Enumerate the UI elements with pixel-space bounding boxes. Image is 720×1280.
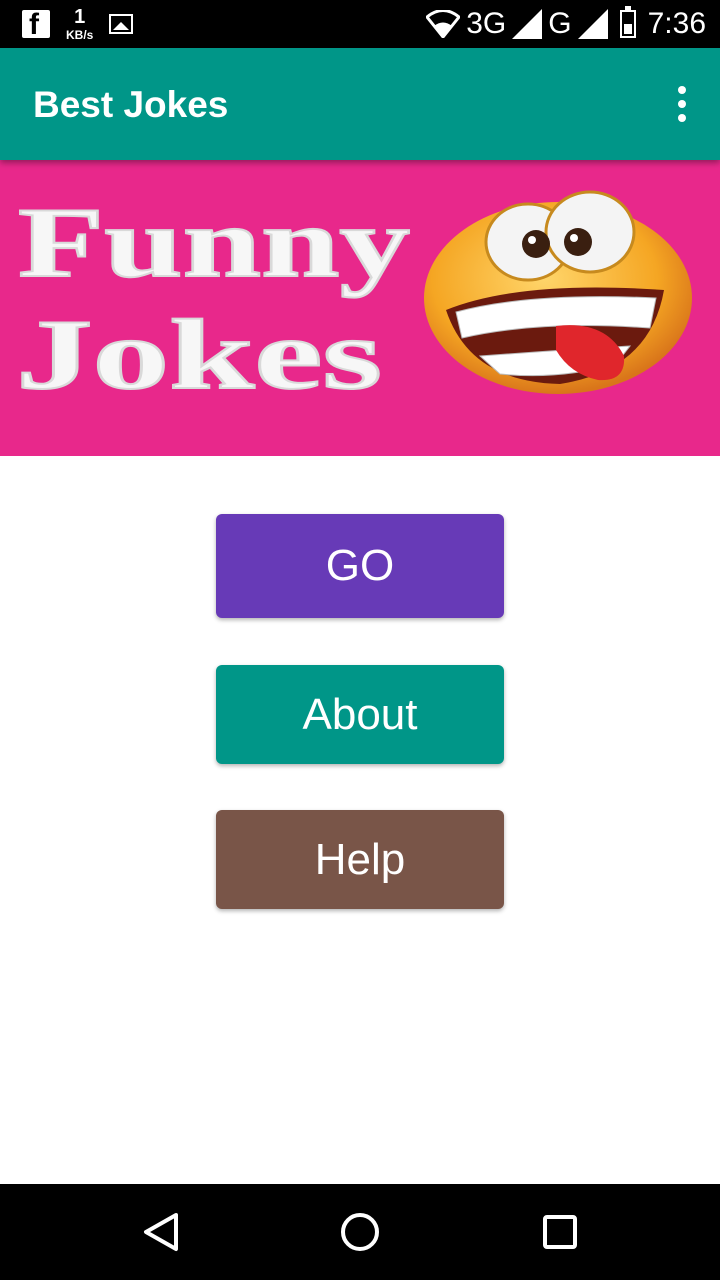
data-rate-unit: KB/s xyxy=(66,28,94,42)
signal-icon xyxy=(512,9,543,39)
help-button[interactable]: Help xyxy=(216,810,504,909)
data-rate: 1 KB/s xyxy=(66,7,93,41)
recents-icon[interactable] xyxy=(543,1215,577,1249)
image-icon xyxy=(109,14,134,34)
battery-icon xyxy=(619,6,636,38)
facebook-icon: f xyxy=(22,8,50,41)
about-button[interactable]: About xyxy=(216,665,504,764)
navigation-bar xyxy=(0,1184,720,1280)
banner: Funny Jokes xyxy=(0,160,720,456)
back-icon[interactable] xyxy=(144,1213,178,1251)
app-bar: Best Jokes xyxy=(0,48,720,160)
signal-icon-2 xyxy=(577,9,608,39)
go-button[interactable]: GO xyxy=(216,514,504,618)
clock: 7:36 xyxy=(647,7,706,40)
status-bar: f 1 KB/s 3G G 7:36 xyxy=(0,0,720,48)
banner-line-2: Jokes xyxy=(16,299,382,410)
data-rate-value: 1 xyxy=(74,6,86,28)
network-type-g: G xyxy=(548,7,572,40)
home-icon[interactable] xyxy=(341,1213,379,1251)
app-title: Best Jokes xyxy=(33,84,229,125)
banner-line-1: Funny xyxy=(18,187,410,298)
network-type-3g: 3G xyxy=(466,7,507,40)
wifi-icon xyxy=(426,10,461,38)
more-vert-icon[interactable] xyxy=(676,86,688,122)
laughing-emoji-icon xyxy=(424,190,692,394)
